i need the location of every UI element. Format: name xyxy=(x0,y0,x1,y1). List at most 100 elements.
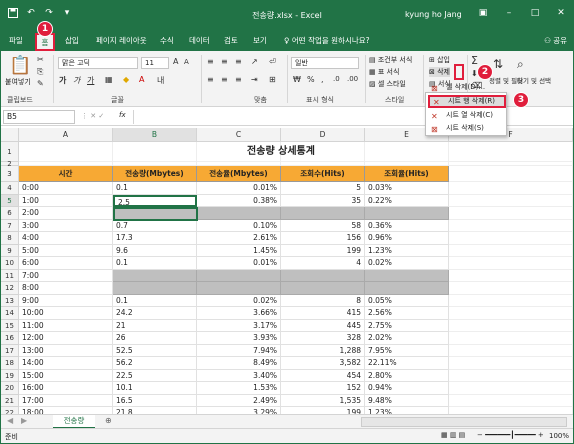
table-cell[interactable]: 21.8 xyxy=(113,407,197,414)
table-cell[interactable]: 199 xyxy=(281,244,365,257)
table-cell[interactable]: 1,288 xyxy=(281,344,365,357)
table-cell[interactable]: 199 xyxy=(281,407,365,414)
table-cell[interactable]: 0.05% xyxy=(365,294,449,307)
table-cell[interactable] xyxy=(113,282,197,295)
format-painter-icon[interactable]: ✎ xyxy=(37,79,44,88)
align-right-icon[interactable]: ≡ xyxy=(235,75,242,84)
table-cell[interactable]: 2.75% xyxy=(365,319,449,332)
empty-cell[interactable] xyxy=(449,207,573,220)
table-cell[interactable]: 13:00 xyxy=(19,344,113,357)
row-header[interactable]: 7 xyxy=(1,219,19,232)
worksheet-grid[interactable]: A B C D E F 1 2 3 시간 전송량(Mbytes) 전송율(Mbytes) 조회수(Hit… xyxy=(1,128,573,414)
table-cell[interactable]: 16:00 xyxy=(19,382,113,395)
table-cell[interactable]: 3,582 xyxy=(281,357,365,370)
table-header-cell[interactable]: 시간 xyxy=(19,166,113,182)
row-header[interactable]: 16 xyxy=(1,332,19,345)
underline-icon[interactable]: 가 xyxy=(87,75,94,86)
grow-font-icon[interactable]: A xyxy=(173,57,178,66)
table-cell[interactable]: 18:00 xyxy=(19,407,113,414)
row-header[interactable]: 19 xyxy=(1,369,19,382)
comma-icon[interactable]: , xyxy=(321,75,324,84)
table-cell[interactable]: 3.93% xyxy=(197,332,281,345)
table-header-cell[interactable]: 조회율(Hits) xyxy=(365,166,449,182)
zoom-slider[interactable]: − ━━━━━━┃━━━━━ + xyxy=(477,431,544,439)
merge-center-icon[interactable]: ⊞ xyxy=(269,75,276,84)
table-cell[interactable]: 4 xyxy=(281,257,365,270)
table-cell[interactable]: 1.23% xyxy=(365,407,449,414)
table-cell[interactable]: 5:00 xyxy=(19,244,113,257)
table-cell[interactable]: 15:00 xyxy=(19,369,113,382)
percent-icon[interactable]: % xyxy=(307,75,315,84)
table-cell[interactable] xyxy=(197,269,281,282)
sheet-title[interactable]: 전송량 상세통계 xyxy=(113,142,449,162)
empty-cell[interactable] xyxy=(449,357,573,370)
empty-cell[interactable] xyxy=(449,382,573,395)
table-cell[interactable]: 3.17% xyxy=(197,319,281,332)
shrink-font-icon[interactable]: A xyxy=(184,58,189,66)
row-header[interactable]: 11 xyxy=(1,269,19,282)
row-header[interactable]: 21 xyxy=(1,394,19,407)
currency-icon[interactable]: ₩ xyxy=(293,75,301,84)
number-format-combo[interactable]: 일반 xyxy=(291,57,359,69)
table-cell[interactable]: 22.5 xyxy=(113,369,197,382)
table-cell[interactable]: 2.56% xyxy=(365,307,449,320)
table-cell[interactable]: 8 xyxy=(281,294,365,307)
empty-cell[interactable] xyxy=(449,269,573,282)
table-cell[interactable]: 3.40% xyxy=(197,369,281,382)
row-header[interactable]: 17 xyxy=(1,344,19,357)
table-cell[interactable]: 35 xyxy=(281,194,365,207)
align-middle-icon[interactable]: ≡ xyxy=(221,57,228,66)
empty-cell[interactable] xyxy=(449,182,573,195)
row-header[interactable]: 3 xyxy=(1,166,19,182)
menu-delete-sheet-rows[interactable]: ✕ 시트 행 삭제(R) xyxy=(428,95,506,108)
table-cell[interactable]: 2.02% xyxy=(365,332,449,345)
insert-cells-button[interactable]: ⊞ 삽입 xyxy=(429,55,450,65)
increase-decimal-icon[interactable]: .0 xyxy=(333,75,340,83)
table-cell[interactable]: 445 xyxy=(281,319,365,332)
paste-button[interactable]: 붙여넣기 xyxy=(5,77,31,87)
table-cell[interactable]: 56.2 xyxy=(113,357,197,370)
find-select-icon[interactable]: ⌕ xyxy=(517,57,524,72)
table-cell[interactable]: 3:00 xyxy=(19,219,113,232)
table-cell[interactable]: 0.1 xyxy=(113,257,197,270)
empty-cell[interactable] xyxy=(449,294,573,307)
table-header-cell[interactable]: 전송율(Mbytes) xyxy=(197,166,281,182)
align-left-icon[interactable]: ≡ xyxy=(207,75,214,84)
table-cell[interactable]: 0.01% xyxy=(197,182,281,195)
empty-cell[interactable] xyxy=(449,244,573,257)
empty-cell[interactable] xyxy=(449,142,573,162)
row-header[interactable]: 12 xyxy=(1,282,19,295)
name-box[interactable]: B5 xyxy=(3,110,75,124)
table-cell[interactable]: 10:00 xyxy=(19,307,113,320)
row-header[interactable]: 9 xyxy=(1,244,19,257)
table-cell[interactable]: 1.45% xyxy=(197,244,281,257)
row-header[interactable]: 22 xyxy=(1,407,19,414)
italic-icon[interactable]: 가 xyxy=(73,75,80,86)
empty-cell[interactable] xyxy=(449,319,573,332)
empty-cell[interactable] xyxy=(449,194,573,207)
share-button[interactable]: ⚇ 공유 xyxy=(544,35,567,46)
tab-view[interactable]: 보기 xyxy=(253,35,267,46)
table-cell[interactable]: 2.5 xyxy=(113,194,197,207)
column-header-c[interactable]: C xyxy=(197,128,281,142)
row-header[interactable]: 15 xyxy=(1,319,19,332)
column-header-a[interactable]: A xyxy=(19,128,113,142)
table-cell[interactable]: 152 xyxy=(281,382,365,395)
table-cell[interactable] xyxy=(113,269,197,282)
table-cell[interactable]: 1,535 xyxy=(281,394,365,407)
tab-review[interactable]: 검토 xyxy=(224,35,238,46)
tab-formulas[interactable]: 수식 xyxy=(160,35,174,46)
empty-cell[interactable] xyxy=(449,257,573,270)
horizontal-scrollbar[interactable] xyxy=(361,417,567,427)
close-icon[interactable]: ✕ xyxy=(553,5,569,21)
fill-color-icon[interactable]: ◆ xyxy=(123,75,129,84)
row-header[interactable]: 10 xyxy=(1,257,19,270)
menu-delete-cells[interactable]: ⊠ 셀 삭제(D)... xyxy=(428,81,506,94)
table-cell[interactable] xyxy=(281,207,365,220)
row-header[interactable]: 5 xyxy=(1,194,19,207)
table-cell[interactable]: 0.94% xyxy=(365,382,449,395)
empty-cell[interactable] xyxy=(449,282,573,295)
table-cell[interactable] xyxy=(281,269,365,282)
column-header-b[interactable]: B xyxy=(113,128,197,142)
table-cell[interactable]: 7.94% xyxy=(197,344,281,357)
